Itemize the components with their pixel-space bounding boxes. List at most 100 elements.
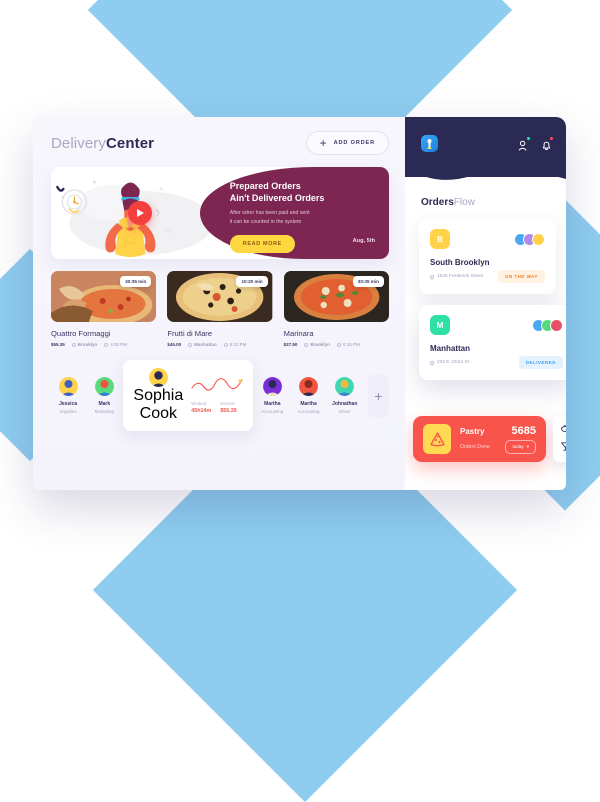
banner-date: Aug, 5th [352,238,375,244]
top-bar: DeliveryCenter + ADD ORDER [51,131,389,155]
dish-card-list: 30:35 min Quattro Formaggi $55.35 Brookl… [51,271,389,347]
pastry-subtitle: Orders Done [460,443,490,450]
person-badge-icon[interactable] [518,137,530,151]
staff-role: Cook [139,405,177,422]
avatar [262,377,282,396]
stat-earned-label: Earned [220,401,235,406]
avatar [148,368,168,387]
dish-place: Brooklyn [71,342,97,347]
staff-item-mark[interactable]: Mark Marketing [87,377,121,414]
side-icon-bar [553,416,566,462]
status-dot [527,137,530,140]
dish-card[interactable]: 30:35 min Quattro Formaggi $55.35 Brookl… [51,271,157,347]
dish-meta: $45.00 Manhattan 5:10 PM [167,342,272,347]
order-initial-avatar: B [430,229,450,249]
avatar [58,377,78,396]
orders-flow-title: OrdersFlow [421,197,566,208]
staff-item-jessica[interactable]: Jessica Supplies [51,377,85,414]
order-address: 1945 Frederick Street [429,273,483,280]
dish-meta: $55.35 Brooklyn 4:00 PM [51,342,156,347]
stat-earned-value: $55.35 [220,408,237,414]
stage: DeliveryCenter + ADD ORDER Prepared Orde… [0,0,600,802]
avatar [94,377,114,396]
staff-item-sophia-featured[interactable]: Sophia Cook Worked 45h14m Earned $55.35 [123,360,254,431]
order-card-manhattan[interactable]: M Manhattan 232 E 103rd St DELIVERED [419,305,566,380]
bell-icon[interactable] [541,137,553,151]
order-avatar-stack [532,318,563,332]
pastry-row-secondary: Orders Done today ▾ [460,439,536,454]
pizza-slice-icon [423,424,451,454]
app-window: DeliveryCenter + ADD ORDER Prepared Orde… [33,117,566,490]
dashboard-pane: DeliveryCenter + ADD ORDER Prepared Orde… [33,117,405,490]
order-card-bottom: 232 E 103rd St DELIVERED [429,356,563,369]
location-pin-icon [429,273,435,280]
staff-name: Mark [98,401,111,407]
location-icon [304,342,309,347]
dish-card[interactable]: 10:20 min Frutti di Mare $45.00 Manhatta… [167,271,273,347]
banner-title-line1: Prepared Orders [229,181,301,191]
staff-name: Jessica [59,401,78,407]
staff-item-johnathan[interactable]: Johnathan Driver [328,377,362,414]
location-pin-icon [429,359,435,366]
app-logo-icon [421,135,438,152]
banner-body-line2: it can be counted in the system [229,218,302,225]
avatar [299,377,319,396]
staff-item-martha-1[interactable]: Martha Accounting [255,377,289,414]
order-card-south-brooklyn[interactable]: B South Brooklyn 1945 Frederick Street O… [419,219,556,294]
stat-worked: Worked 45h14m [191,401,211,414]
clock-icon [223,342,228,347]
staff-role: Accounting [297,409,320,414]
dish-thumbnail: 30:35 min [283,271,389,322]
order-status-badge: ON THE WAY [497,270,545,283]
add-order-button[interactable]: + ADD ORDER [305,131,389,155]
banner-title: Prepared Orders Ain't Delivered Orders [230,180,375,204]
chevron-down-icon: ▾ [526,443,529,449]
staff-stats: Worked 45h14m Earned $55.35 [191,401,243,414]
staff-item-martha-2[interactable]: Martha Accounting [291,377,325,414]
order-status-badge: DELIVERED [518,356,563,369]
cocktail-glass-icon[interactable] [560,439,566,457]
order-card-top: B [430,229,545,249]
dish-time-badge: 10:20 min [236,276,268,287]
order-avatar-stack [514,232,545,246]
stat-worked-value: 45h14m [191,408,212,414]
dish-time-badge: 30:35 min [120,276,152,287]
dish-place: Brooklyn [304,342,330,347]
stack-avatar [550,318,563,332]
phone-header-icons [518,137,553,151]
staff-name: Sophia [133,387,184,404]
orders-title-light: Flow [453,197,475,208]
bowl-icon[interactable] [560,421,566,439]
pastry-widget-row: Pastry 5685 Orders Done today ▾ [413,416,566,462]
pastry-text: Pastry 5685 Orders Done today ▾ [460,425,536,454]
staff-name: Martha [300,401,317,407]
dish-time-badge: 30:35 min [352,276,384,287]
promo-banner: Prepared Orders Ain't Delivered Orders A… [51,167,389,259]
stack-avatar [532,232,545,246]
location-icon [71,342,76,347]
pastry-count: 5685 [511,424,536,437]
staff-row: Jessica Supplies Mark Marketing Sophia C… [51,360,390,431]
dish-eta: 5:10 PM [223,342,246,347]
staff-name: Martha [264,401,281,407]
staff-role: Driver [338,409,351,414]
stat-worked-label: Worked [191,401,207,406]
play-icon[interactable] [127,201,152,225]
banner-copy: Prepared Orders Ain't Delivered Orders A… [199,167,389,259]
logo-text-soft: Delivery [51,134,106,152]
location-icon [188,342,193,347]
read-more-button[interactable]: READ MORE [229,234,295,253]
pastry-stats-card[interactable]: Pastry 5685 Orders Done today ▾ [413,416,546,462]
order-card-top: M [430,315,563,335]
pastry-period-filter[interactable]: today ▾ [505,439,536,454]
header-wave [405,167,566,180]
dish-card[interactable]: 30:35 min Marinara $27.50 Brooklyn 6:15 … [283,271,389,347]
plus-icon: + [319,136,327,150]
dish-thumbnail: 30:35 min [51,271,157,322]
app-logo: DeliveryCenter [51,135,154,152]
add-order-label: ADD ORDER [333,140,375,146]
dish-name: Frutti di Mare [167,329,213,338]
pastry-title: Pastry [460,426,485,436]
add-staff-button[interactable]: + [367,373,390,418]
order-card-bottom: 1945 Frederick Street ON THE WAY [429,270,545,283]
